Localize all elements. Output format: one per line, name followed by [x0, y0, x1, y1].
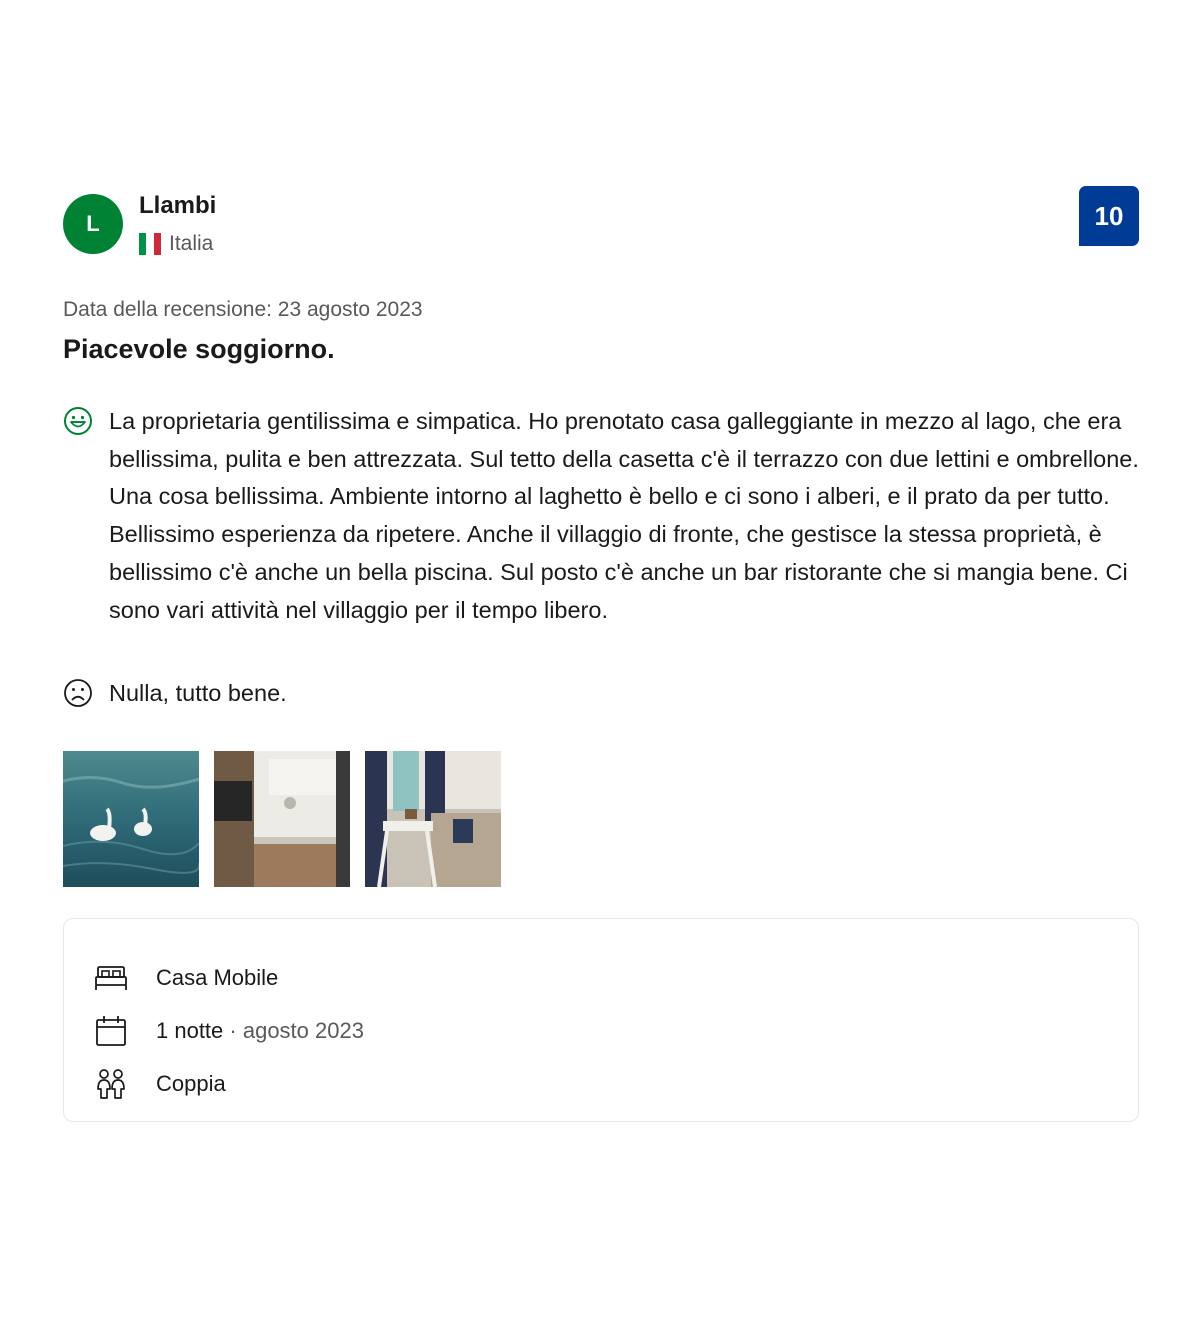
nights-separator: · — [223, 1018, 243, 1044]
nights-count: 1 notte — [156, 1018, 224, 1044]
negative-comment: Nulla, tutto bene. — [63, 675, 1139, 713]
stay-info-card: Casa Mobile 1 notte · agosto 2023 Coppia — [63, 917, 1139, 1122]
traveler-type: Coppia — [156, 1071, 226, 1097]
positive-comment: La proprietaria gentilissima e simpatica… — [63, 403, 1139, 629]
review-card: L Llambi Italia 10 Data della recensione… — [63, 186, 1139, 1122]
country-name: Italia — [169, 232, 214, 255]
stay-traveler-row: Coppia — [64, 1058, 1138, 1111]
bed-icon — [95, 966, 127, 991]
stay-room-row: Casa Mobile — [64, 952, 1138, 1005]
room-type: Casa Mobile — [156, 965, 279, 991]
negative-text: Nulla, tutto bene. — [109, 680, 287, 707]
calendar-icon — [96, 1016, 126, 1047]
review-date: Data della recensione: 23 agosto 2023 — [63, 298, 423, 321]
review-score-badge: 10 — [1079, 186, 1139, 246]
happy-face-icon — [64, 407, 92, 435]
review-photo-swans[interactable] — [63, 750, 199, 887]
couple-icon — [97, 1069, 125, 1100]
positive-text: La proprietaria gentilissima e simpatica… — [109, 408, 1139, 623]
review-photo-living-room[interactable] — [365, 750, 501, 887]
reviewer-header: L Llambi Italia 10 — [63, 186, 1139, 262]
sad-face-icon — [64, 679, 92, 708]
review-photo-kitchen[interactable] — [214, 750, 350, 887]
review-title: Piacevole soggiorno. — [63, 334, 335, 364]
italy-flag-icon — [139, 233, 161, 255]
stay-nights-row: 1 notte · agosto 2023 — [64, 1005, 1138, 1058]
avatar: L — [63, 194, 123, 254]
reviewer-name: Llambi — [139, 192, 217, 219]
stay-nights: 1 notte · agosto 2023 — [156, 1018, 364, 1044]
review-photos — [63, 750, 1139, 887]
stay-date: agosto 2023 — [242, 1018, 364, 1044]
reviewer-country: Italia — [139, 232, 213, 256]
